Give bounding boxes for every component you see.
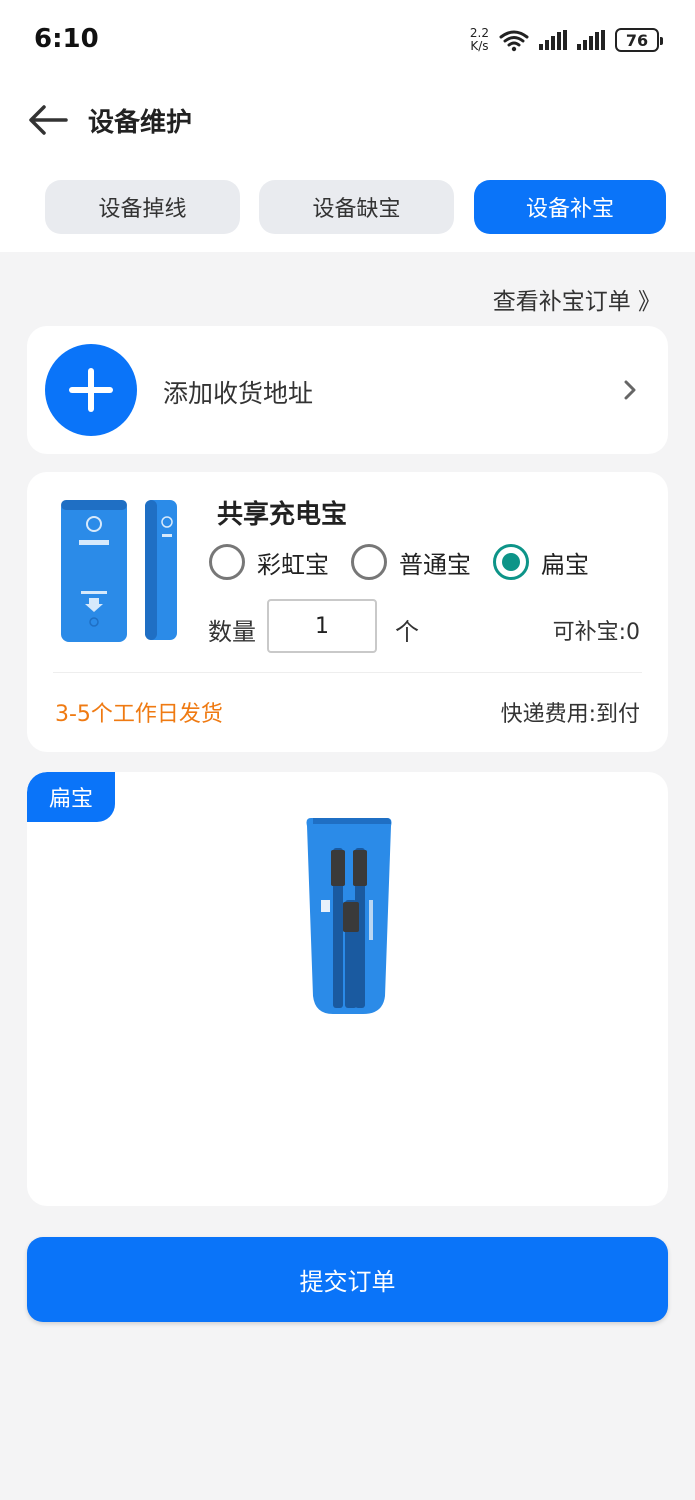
radio-circle-icon xyxy=(209,544,245,580)
status-icons: 2.2 K/s 76 xyxy=(469,26,663,54)
product-name: 共享充电宝 xyxy=(217,500,348,530)
arrow-left-icon[interactable] xyxy=(26,98,70,142)
wifi-icon xyxy=(499,30,529,52)
battery-icon: 76 xyxy=(615,28,663,52)
status-bar: 6:10 2.2 K/s 76 xyxy=(0,0,695,80)
tab-device-restock[interactable]: 设备补宝 xyxy=(474,180,666,234)
product-preview-card: 扁宝 xyxy=(27,772,668,1206)
plus-circle-icon xyxy=(45,344,137,436)
view-restock-orders-link[interactable]: 查看补宝订单 》 xyxy=(493,282,661,316)
power-bank-image xyxy=(61,500,177,642)
ship-time: 3-5个工作日发货 xyxy=(55,702,223,727)
radio-circle-icon xyxy=(351,544,387,580)
page-title: 设备维护 xyxy=(88,108,193,138)
available-count: 可补宝:0 xyxy=(552,620,640,645)
header-area: 6:10 2.2 K/s 76 设备维护 设备掉线 设备缺宝 设备补宝 xyxy=(0,0,695,252)
radio-flat[interactable]: 扁宝 xyxy=(493,544,589,580)
quantity-unit: 个 xyxy=(395,618,419,646)
divider xyxy=(53,672,642,673)
product-type-options: 彩虹宝 普通宝 扁宝 xyxy=(209,544,589,580)
quantity-input[interactable] xyxy=(267,599,377,653)
radio-rainbow[interactable]: 彩虹宝 xyxy=(209,544,329,580)
status-time: 6:10 xyxy=(34,24,99,54)
chevron-right-icon xyxy=(624,380,636,400)
net-speed: 2.2 K/s xyxy=(469,26,489,53)
add-address-card[interactable]: 添加收货地址 xyxy=(27,326,668,454)
shipping-fee: 快递费用:到付 xyxy=(500,702,640,727)
signal-icon-2 xyxy=(577,30,605,50)
quantity-label: 数量 xyxy=(208,618,256,646)
signal-icon-1 xyxy=(539,30,567,50)
tab-device-shortage[interactable]: 设备缺宝 xyxy=(259,180,454,234)
radio-normal[interactable]: 普通宝 xyxy=(351,544,471,580)
product-card: 共享充电宝 彩虹宝 普通宝 扁宝 数量 个 可补宝:0 3-5个工作日发货 快递… xyxy=(27,472,668,752)
flat-power-bank-image xyxy=(306,818,392,1014)
tab-device-offline[interactable]: 设备掉线 xyxy=(45,180,240,234)
add-address-label: 添加收货地址 xyxy=(163,379,314,408)
submit-order-button[interactable]: 提交订单 xyxy=(27,1237,668,1322)
radio-selected-icon xyxy=(493,544,529,580)
preview-tag: 扁宝 xyxy=(27,772,115,822)
